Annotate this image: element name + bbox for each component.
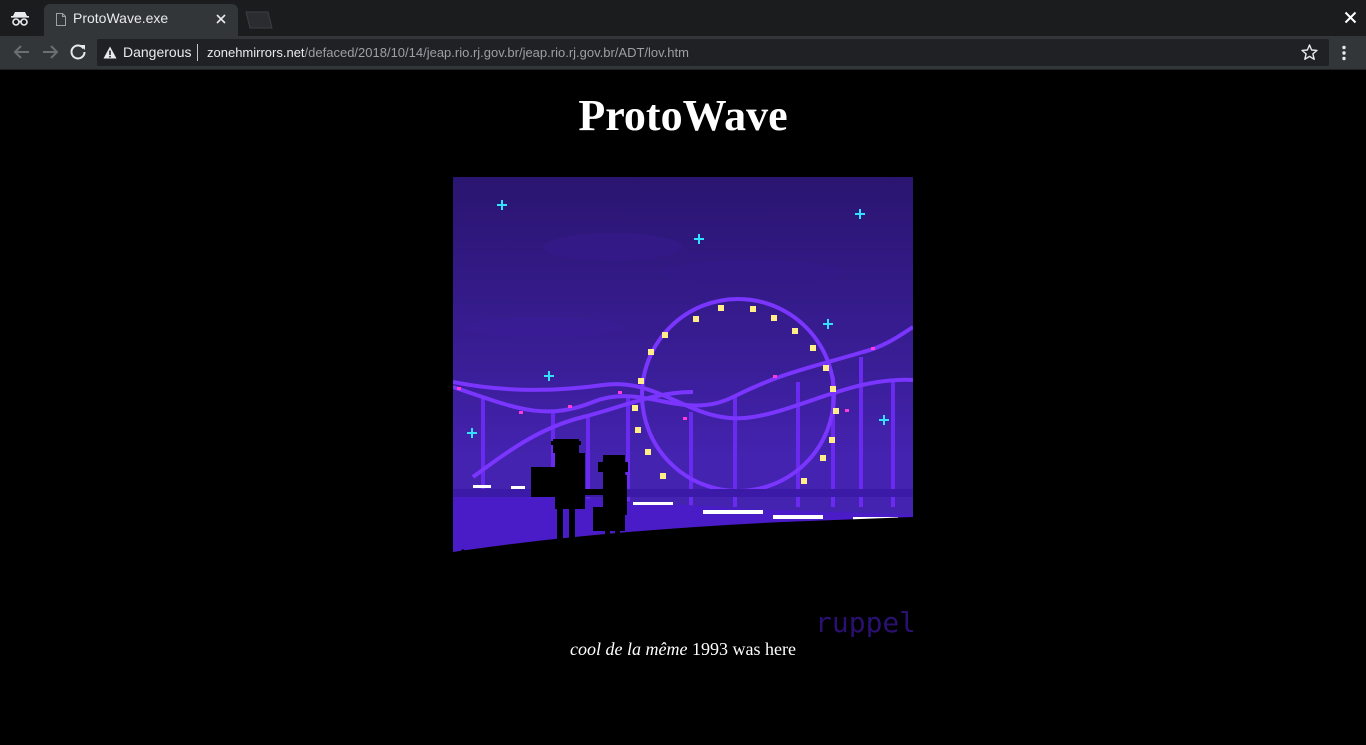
warning-triangle-icon: [103, 46, 117, 59]
url-host: zonehmirrors.net: [207, 45, 305, 60]
pixel-art-image: ruppel: [453, 177, 913, 637]
page-title: ProtoWave: [578, 91, 788, 140]
document-icon: [56, 13, 66, 26]
tab-active[interactable]: ProtoWave.exe: [44, 4, 238, 36]
artist-signature: ruppel: [815, 606, 913, 637]
forward-arrow-icon[interactable]: [40, 42, 60, 62]
security-chip[interactable]: Dangerous: [123, 44, 192, 60]
tab-strip: ProtoWave.exe: [0, 0, 1366, 36]
close-icon[interactable]: [215, 13, 227, 25]
caption-rest: 1993 was here: [687, 639, 796, 659]
omnibox-divider: [197, 44, 198, 61]
url-path: /defaced/2018/10/14/jeap.rio.rj.gov.br/j…: [304, 45, 689, 60]
caption-italic: cool de la même: [570, 639, 688, 659]
close-icon[interactable]: [1344, 11, 1357, 24]
address-bar[interactable]: Dangerous zonehmirrors.net/defaced/2018/…: [97, 39, 1329, 66]
back-arrow-icon[interactable]: [12, 42, 32, 62]
tab-title: ProtoWave.exe: [73, 10, 169, 26]
reload-icon[interactable]: [68, 42, 88, 62]
toolbar: Dangerous zonehmirrors.net/defaced/2018/…: [0, 36, 1366, 70]
new-tab-button[interactable]: [242, 11, 276, 29]
url-text[interactable]: zonehmirrors.net/defaced/2018/10/14/jeap…: [207, 45, 689, 60]
caption: cool de la même 1993 was here: [0, 639, 1366, 660]
kebab-menu-icon[interactable]: [1336, 45, 1352, 61]
page-body: ProtoWave ruppel cool de la même 1993 wa…: [0, 70, 1366, 745]
star-icon[interactable]: [1301, 44, 1318, 61]
incognito-icon: [11, 12, 29, 26]
